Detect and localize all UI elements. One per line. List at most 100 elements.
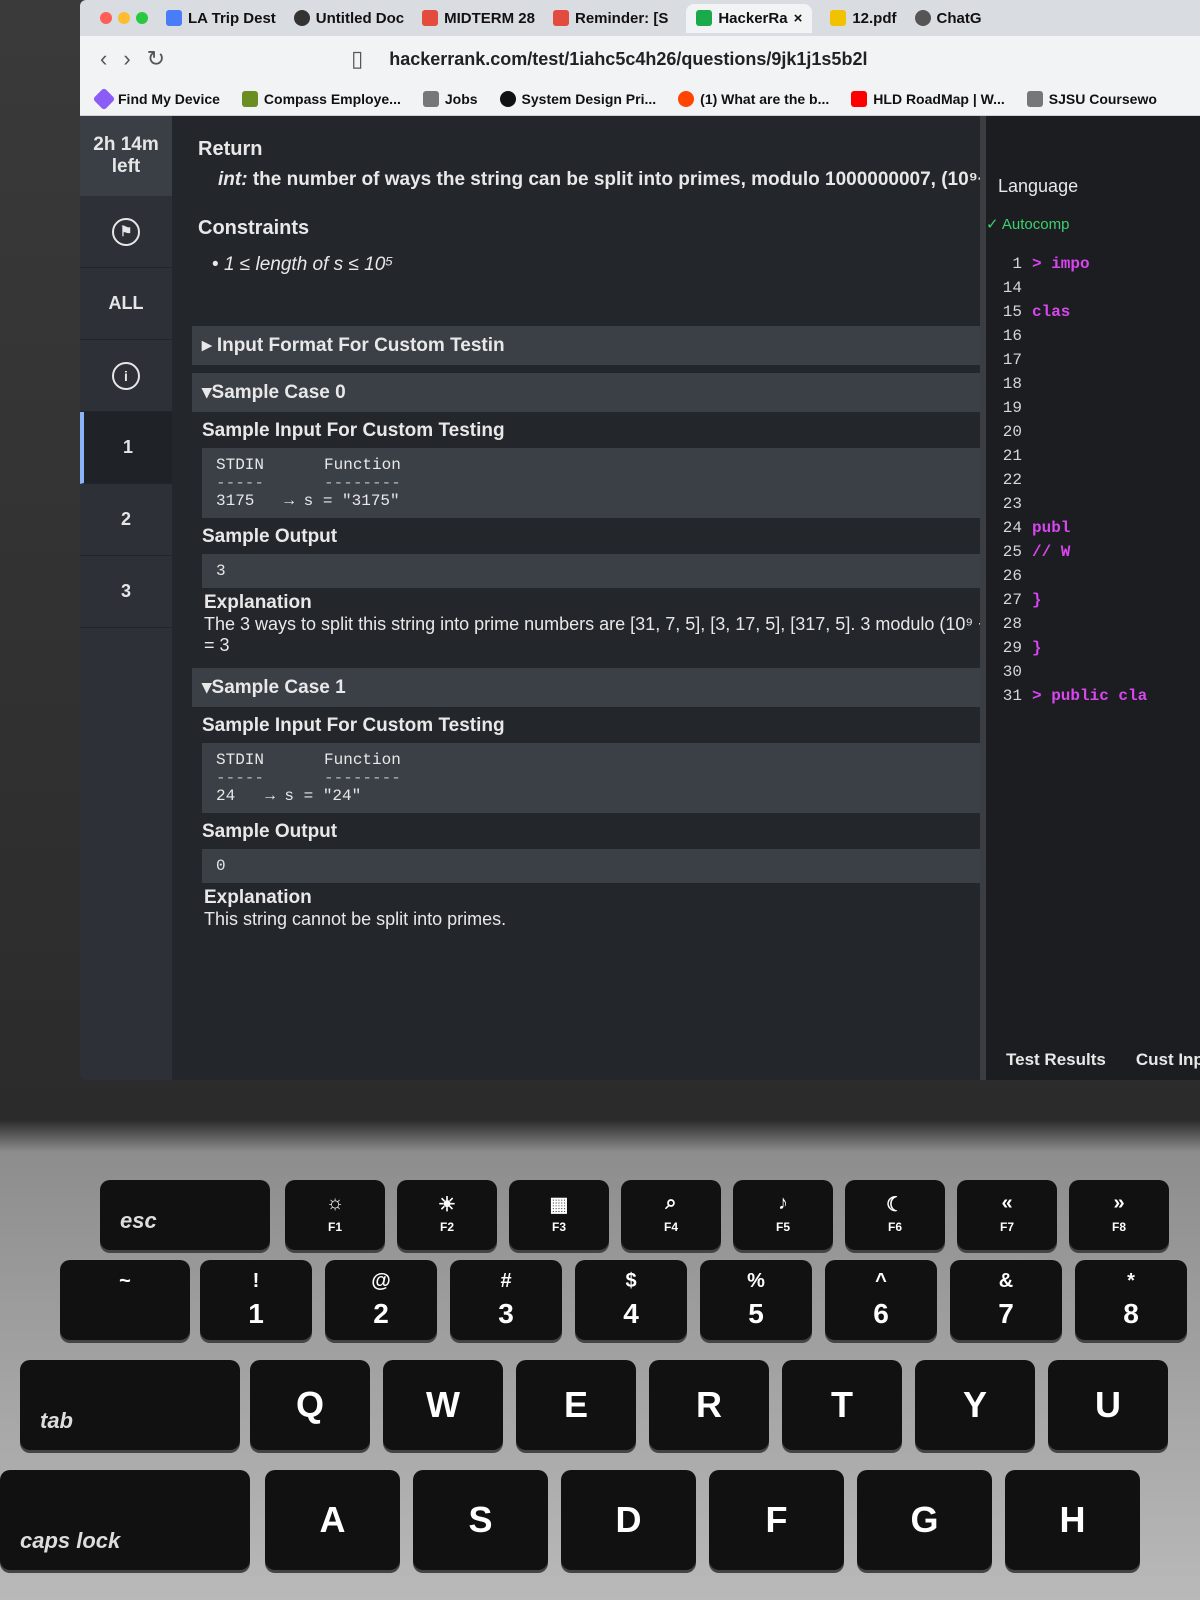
key-7[interactable]: & 7	[950, 1260, 1062, 1340]
code-line[interactable]: 15 clas	[986, 303, 1200, 327]
sidebar-item-flag[interactable]: ⚑	[80, 196, 172, 268]
key-f1[interactable]: ☼ F1	[285, 1180, 385, 1250]
code-line[interactable]: 16	[986, 327, 1200, 351]
code-line[interactable]: 27}	[986, 591, 1200, 615]
key-label: F	[765, 1499, 788, 1540]
key-f4[interactable]: ⌕ F4	[621, 1180, 721, 1250]
tab-untitled-doc[interactable]: Untitled Doc	[293, 10, 404, 27]
sidebar-item-3[interactable]: 3	[80, 556, 172, 628]
key-q[interactable]: Q	[250, 1360, 370, 1450]
code-line[interactable]: 28	[986, 615, 1200, 639]
key-f7[interactable]: « F7	[957, 1180, 1057, 1250]
sample-case-0-toggle[interactable]: ▾Sample Case 0	[192, 373, 1012, 412]
sidebar-item-info[interactable]: i	[80, 340, 172, 412]
tab-custom-input[interactable]: Cust Inp	[1136, 1050, 1200, 1070]
url-text[interactable]: hackerrank.com/test/1iahc5c4h26/question…	[389, 49, 867, 70]
tab-pdf[interactable]: 12.pdf	[830, 10, 897, 27]
bookmark-sjsu[interactable]: SJSU Coursewo	[1026, 90, 1157, 107]
key-y[interactable]: Y	[915, 1360, 1035, 1450]
fn-icon: ♪	[778, 1192, 788, 1214]
back-icon[interactable]: ‹	[100, 46, 107, 72]
code-editor[interactable]: Language ✓ Autocomp 1 > impo 14 15 clas 16 17 1…	[980, 116, 1200, 1080]
key-f[interactable]: F	[709, 1470, 844, 1570]
key-esc[interactable]: esc	[100, 1180, 270, 1250]
explanation: Explanation This string cannot be split …	[204, 887, 507, 929]
close-dot-icon[interactable]	[100, 12, 112, 24]
tab-chatgpt[interactable]: ChatG	[914, 10, 982, 27]
code-line[interactable]: 21	[986, 447, 1200, 471]
code-line[interactable]: 31 > public cla	[986, 687, 1200, 711]
key-g[interactable]: G	[857, 1470, 992, 1570]
zoom-dot-icon[interactable]	[136, 12, 148, 24]
bookmark-find-my-device[interactable]: Find My Device	[92, 87, 220, 110]
key-a[interactable]: A	[265, 1470, 400, 1570]
key-8[interactable]: * 8	[1075, 1260, 1187, 1340]
sample-case-1-toggle[interactable]: ▾Sample Case 1	[192, 668, 1012, 707]
photo-scene: LA Trip Dest Untitled Doc MIDTERM 28 Rem…	[0, 0, 1200, 1600]
key-h[interactable]: H	[1005, 1470, 1140, 1570]
key-label: F6	[887, 1220, 902, 1234]
image-icon	[241, 90, 258, 107]
sample-input-heading: Sample Input For Custom Testing	[202, 420, 505, 441]
tab-close-icon[interactable]: ×	[794, 10, 803, 27]
reload-icon[interactable]: ↻	[147, 46, 165, 72]
bookmark-system-design[interactable]: System Design Pri...	[499, 90, 656, 107]
code-line[interactable]: 18	[986, 375, 1200, 399]
forward-icon[interactable]: ›	[123, 46, 130, 72]
code-line[interactable]: 23	[986, 495, 1200, 519]
code-line[interactable]: 30	[986, 663, 1200, 687]
code-line[interactable]: 1 > impo	[986, 255, 1200, 279]
key-tab[interactable]: tab	[20, 1360, 240, 1450]
tab-hackerrank[interactable]: HackerRa ×	[686, 3, 813, 33]
code-line[interactable]: 24 publ	[986, 519, 1200, 543]
line-number: 25	[1002, 543, 1022, 561]
key-2[interactable]: @2	[325, 1260, 437, 1340]
key-u[interactable]: U	[1048, 1360, 1168, 1450]
key-w[interactable]: W	[383, 1360, 503, 1450]
key-s[interactable]: S	[413, 1470, 548, 1570]
tab-test-results[interactable]: Test Results	[1006, 1050, 1106, 1070]
key-e[interactable]: E	[516, 1360, 636, 1450]
input-format-toggle[interactable]: ▸ Input Format For Custom Testin	[192, 326, 1012, 365]
key-4[interactable]: $4	[575, 1260, 687, 1340]
sidebar-item-2[interactable]: 2	[80, 484, 172, 556]
tab-reminder[interactable]: Reminder: [S	[552, 10, 668, 27]
key-d[interactable]: D	[561, 1470, 696, 1570]
autocomplete-toggle[interactable]: ✓ Autocomp	[986, 215, 1200, 233]
tab-la-trip[interactable]: LA Trip Dest	[166, 10, 276, 27]
key-r[interactable]: R	[649, 1360, 769, 1450]
sidebar-item-1[interactable]: 1	[80, 412, 172, 484]
key-6[interactable]: ^ 6	[825, 1260, 937, 1340]
key-5[interactable]: % 5	[700, 1260, 812, 1340]
folder-icon	[422, 90, 439, 107]
code-line[interactable]: 26	[986, 567, 1200, 591]
key-f3[interactable]: ▦ F3	[509, 1180, 609, 1250]
minimize-dot-icon[interactable]	[118, 12, 130, 24]
bookmark-icon[interactable]: ▯	[351, 46, 363, 72]
code-line[interactable]: 17	[986, 351, 1200, 375]
window-controls	[100, 12, 148, 24]
key-f8[interactable]: » F8	[1069, 1180, 1169, 1250]
bookmark-compass[interactable]: Compass Employe...	[241, 90, 401, 107]
key-3[interactable]: #3	[450, 1260, 562, 1340]
key-f6[interactable]: ☾ F6	[845, 1180, 945, 1250]
code-line[interactable]: 14	[986, 279, 1200, 303]
tab-midterm[interactable]: MIDTERM 28	[422, 10, 535, 27]
key-f5[interactable]: ♪ F5	[733, 1180, 833, 1250]
key-tilde[interactable]: ~	[60, 1260, 190, 1340]
code-line[interactable]: 22	[986, 471, 1200, 495]
code-line[interactable]: 29}	[986, 639, 1200, 663]
bookmark-hld-roadmap[interactable]: HLD RoadMap | W...	[851, 90, 1005, 107]
code-line[interactable]: 19	[986, 399, 1200, 423]
code-line[interactable]: 20	[986, 423, 1200, 447]
sidebar-item-all[interactable]: ALL	[80, 268, 172, 340]
bookmark-reddit[interactable]: (1) What are the b...	[678, 90, 829, 107]
key-t[interactable]: T	[782, 1360, 902, 1450]
key-label: $	[625, 1270, 637, 1292]
language-label[interactable]: Language	[998, 176, 1200, 197]
key-1[interactable]: ! 1	[200, 1260, 312, 1340]
key-caps-lock[interactable]: caps lock	[0, 1470, 250, 1570]
key-f2[interactable]: ☀ F2	[397, 1180, 497, 1250]
code-line[interactable]: 25 // W	[986, 543, 1200, 567]
bookmark-jobs[interactable]: Jobs	[422, 90, 478, 107]
